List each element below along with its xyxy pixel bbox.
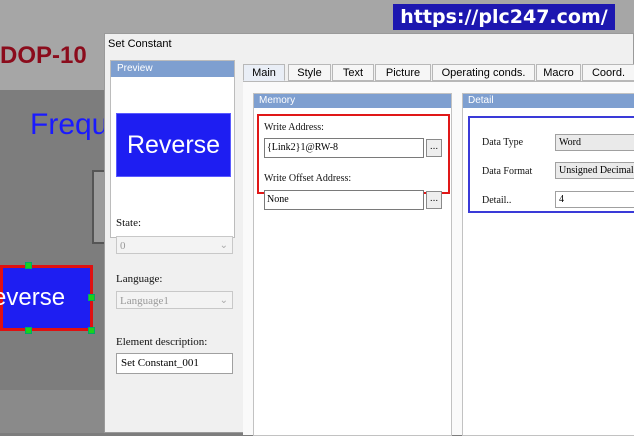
tab-main[interactable]: Main xyxy=(243,64,285,81)
set-constant-dialog: Set Constant Preview Reverse State: 0 ⌄ … xyxy=(104,33,634,436)
hmi-frequency-text: Frequ xyxy=(30,108,109,141)
write-offset-label: Write Offset Address: xyxy=(264,173,352,184)
preview-header: Preview xyxy=(111,61,234,77)
preview-group: Preview Reverse xyxy=(110,60,235,238)
tab-picture[interactable]: Picture xyxy=(375,64,431,81)
state-select[interactable]: 0 ⌄ xyxy=(116,236,233,254)
language-label: Language: xyxy=(116,273,163,285)
selection-handle[interactable] xyxy=(88,294,95,301)
selection-handle[interactable] xyxy=(25,262,32,269)
tab-style[interactable]: Style xyxy=(288,64,331,81)
hmi-reverse-label: everse xyxy=(0,284,66,311)
language-select[interactable]: Language1 ⌄ xyxy=(116,291,233,309)
selection-handle[interactable] xyxy=(25,327,32,334)
element-description-label: Element description: xyxy=(116,336,208,348)
state-value: 0 xyxy=(120,240,126,252)
detail-label: Detail.. xyxy=(482,195,512,206)
memory-header: Memory xyxy=(254,94,451,108)
preview-reverse-button: Reverse xyxy=(116,113,231,177)
state-label: State: xyxy=(116,217,142,229)
data-format-select[interactable]: Unsigned Decimal xyxy=(555,162,634,179)
write-offset-field[interactable]: None xyxy=(264,190,424,210)
detail-header: Detail xyxy=(463,94,634,108)
detail-input[interactable]: 4 xyxy=(555,191,634,208)
watermark-url: https://plc247.com/ xyxy=(393,4,615,30)
hmi-reverse-button[interactable]: everse xyxy=(0,265,93,331)
language-value: Language1 xyxy=(120,295,169,307)
chevron-down-icon: ⌄ xyxy=(219,295,228,306)
data-format-label: Data Format xyxy=(482,166,533,177)
tab-macro[interactable]: Macro xyxy=(536,64,581,81)
selection-handle[interactable] xyxy=(88,327,95,334)
tab-coord[interactable]: Coord. xyxy=(582,64,634,81)
dialog-title: Set Constant xyxy=(108,38,172,50)
element-description-input[interactable]: Set Constant_001 xyxy=(116,353,233,374)
data-type-select[interactable]: Word xyxy=(555,134,634,151)
chevron-down-icon: ⌄ xyxy=(219,240,228,251)
data-type-label: Data Type xyxy=(482,137,524,148)
hmi-title-text: DOP-10 xyxy=(0,42,87,69)
tab-operating-conds[interactable]: Operating conds. xyxy=(432,64,535,81)
tab-text[interactable]: Text xyxy=(332,64,374,81)
write-offset-browse-button[interactable]: ... xyxy=(426,191,442,209)
